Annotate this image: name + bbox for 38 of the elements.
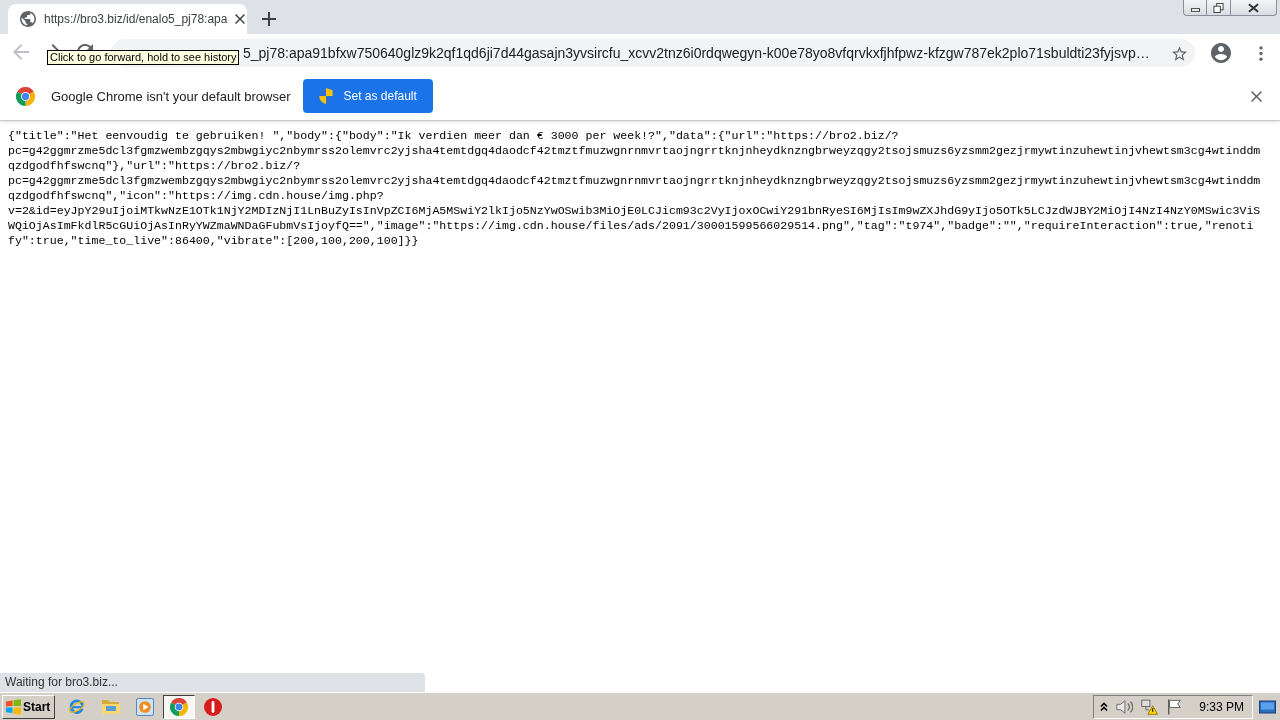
browser-logo-icon	[16, 86, 35, 106]
browser-logo-icon	[170, 697, 189, 716]
profile-icon[interactable]	[1211, 43, 1231, 63]
set-default-button[interactable]: Set as default	[303, 79, 433, 113]
browser-tab[interactable]: https://bro3.biz/id/enalo5_pj78:apa	[8, 4, 247, 34]
flag-icon[interactable]	[1166, 698, 1184, 715]
restore-icon	[1213, 2, 1224, 13]
close-icon[interactable]	[235, 14, 246, 24]
close-icon	[1248, 2, 1259, 13]
network-warning-icon[interactable]	[1141, 698, 1159, 715]
tab-title: https://bro3.biz/id/enalo5_pj78:apa	[44, 12, 228, 26]
menu-icon[interactable]	[1259, 45, 1263, 61]
browser-icon	[68, 697, 87, 716]
taskbar-button[interactable]	[163, 694, 196, 719]
minimize-icon	[1190, 8, 1200, 12]
minimize-button[interactable]	[1183, 0, 1207, 16]
restore-button[interactable]	[1207, 0, 1231, 16]
close-button[interactable]	[1231, 0, 1277, 16]
speaker-icon[interactable]	[1116, 698, 1134, 715]
infobar-message: Google Chrome isn't your default browser	[51, 88, 291, 104]
globe-icon	[20, 11, 36, 27]
star-icon[interactable]	[1172, 45, 1187, 61]
tooltip: Click to go forward, hold to see history	[47, 50, 240, 65]
folder-icon	[102, 697, 121, 716]
chevron-up-icon[interactable]	[1100, 701, 1109, 712]
shield-icon	[319, 88, 334, 104]
json-text: {"title":"Het eenvoudig te gebruiken! ","body":{"body":"Ik verdien meer dan € 3000 per week!?","data":{"url":"https://bro2.biz/? pc=g42ggmrzme5dcl3fgmzwembzgqys2mbwgiyc2nbymrss2olemvrc2yjsha4temtdgq4daodcf42tmztfmuzwgnrnmvrtaojngrrtknjnheydknzngbrweyzqgy2tsojsmuzs6yzsmm2gezjrmywtinzuhewtinjvhewtsm3cg4wtinddm qzdgodfhfswcnq"},"url":"https://bro2.biz/? pc=g42ggmrzme5dcl3fgmzwembzgqys2mbwgiyc2nbymrss2olemvrc2yjsha4temtdgq4daodcf42tmztfmuzwgnrnmvrtaojngrrtknjnheydknzngbrweyzqgy2tsojsmuzs6yzsmm2gezjrmywtinzuhewtinjvhewtsm3cg4wtinddm qzdgodfhfswcnq","icon":"https://img.cdn.house/img.php? v=2&id=eyJpY29uIjoiMTkwNzE1OTk1NjY2MDIzNjI1LnBuZyIsInVpZCI6MjA5MSwiY2lkIjo5NzYwOSwib3MiOjE0LCJicm93c2VyIjoxOCwiY291bnRyeSI6MjIsIm9wZXJhdG9yIjo5OTk5LCJzdWJBY2MiOjI4NzI4NzY0MSwic3ViS WQiOjAsImFkdlR5cGUiOjAsInRyYWZmaWNDaGFubmVsIjoyfQ==","image":"https://img.cdn.house/files/ads/2091/30001599566029514.png","tag":"t974","badge":"","requireInteraction":true,"renoti fy":true,"time_to_live":86400,"vibrate":[200,100,200,100]}}	[7, 128, 1262, 248]
media-player-icon	[136, 697, 155, 716]
plus-icon	[262, 12, 276, 26]
clock-time[interactable]: 9:33 PM	[1199, 699, 1244, 714]
show-desktop-icon[interactable]	[1259, 699, 1276, 714]
close-icon[interactable]	[1251, 90, 1262, 102]
status-bubble: Waiting for bro3.biz...	[0, 673, 425, 692]
alert-circle-icon	[204, 697, 223, 716]
reload-icon[interactable]	[77, 44, 93, 50]
url-text: 5_pj78:apa91bfxw750640glz9k2qf1qd6ji7d44gasajn3yvsircfu_xcvv2tnz6i0rdqwegyn-k00e78yo8vfqrvkxfjhfpwz-kfzgw787ek2plo71sbuldti23fyjsvp…	[243, 45, 1151, 61]
start-button[interactable]: Start	[2, 694, 56, 719]
start-logo-icon	[6, 698, 21, 715]
